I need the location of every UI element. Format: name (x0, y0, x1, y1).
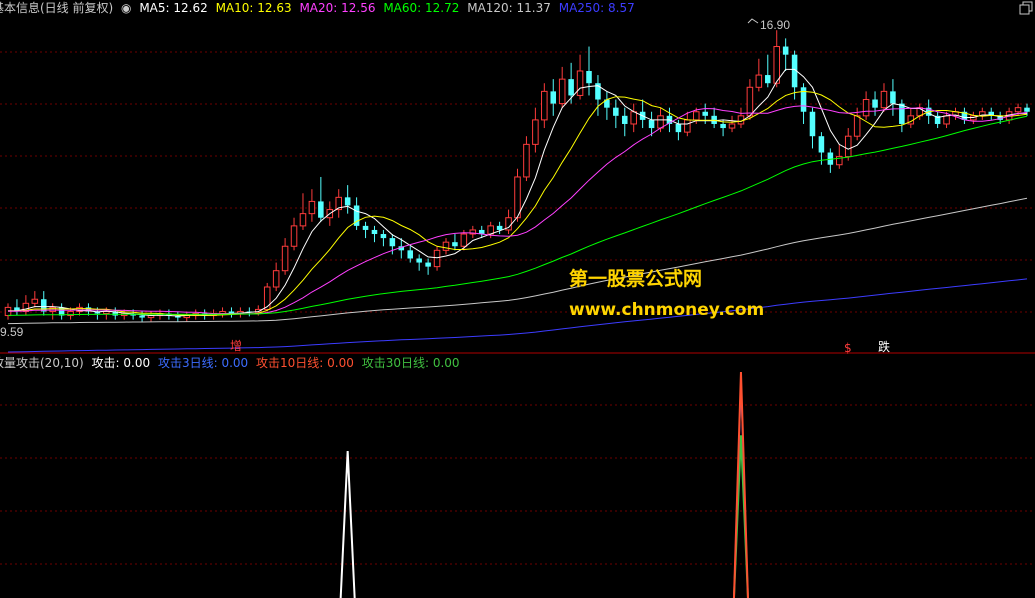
candle-body-down (899, 103, 905, 124)
candle-body-down (702, 111, 708, 116)
candle-body-down (318, 201, 324, 218)
signal-label-dollar: $ (844, 341, 852, 355)
watermark-url: www.chnmoney.com (569, 300, 765, 320)
signal-label-increase: 增 (230, 339, 242, 353)
indicator-legend: 放量攻击(20,10) 攻击: 0.00 攻击3日线: 0.00 攻击10日线:… (0, 355, 464, 371)
ma250-label: MA250: 8.57 (558, 1, 635, 15)
candle-body-up (308, 200, 316, 215)
candle-body-down (675, 123, 682, 133)
candle-body-up (514, 176, 521, 219)
candle-body-up (844, 135, 852, 158)
candle-body-up (657, 115, 664, 129)
candle-body-up (281, 245, 289, 272)
stock-chart[interactable]: 16.90 9.59 增 $ 跌 (0, 0, 1035, 598)
candle-body-up (442, 241, 450, 251)
candle-body-down (809, 111, 816, 137)
candle-body-down (720, 123, 726, 129)
attack-spike-1 (339, 451, 356, 598)
candle-body-down (613, 107, 619, 116)
candle-body-up (31, 298, 39, 304)
candle-body-down (568, 79, 574, 96)
low-price-label: 9.59 (0, 325, 24, 339)
candle-body-up (299, 213, 307, 227)
candle-body-down (621, 115, 628, 124)
indicator-title: 放量攻击(20,10) (0, 356, 84, 370)
candle-body-up (684, 119, 691, 133)
candle-body-down (425, 262, 431, 267)
signal-label-fall: 跌 (878, 339, 890, 354)
candle-body-up (746, 86, 754, 117)
ma60-label: MA60: 12.72 (383, 1, 460, 15)
candle-body-down (648, 119, 655, 129)
candle-body-down (586, 70, 592, 84)
candle-body-up (862, 99, 870, 117)
candle-body-up (272, 270, 280, 288)
candle-body-up (755, 74, 763, 88)
high-price-label: 16.90 (760, 18, 790, 32)
price-legend: 基本信息(日线 前复权) ◉ MA5: 12.62 MA10: 12.63 MA… (0, 0, 639, 16)
candle-body-up (541, 90, 548, 121)
candle-body-up (853, 115, 861, 137)
candle-body-down (371, 229, 378, 235)
attack-3d-label: 攻击3日线: 0.00 (157, 356, 249, 370)
candle-body-down (389, 238, 396, 247)
chart-title: 基本信息(日线 前复权) (0, 1, 114, 15)
candle-body-down (818, 136, 825, 153)
indicator-grid (0, 404, 1035, 565)
candle-body-up (1014, 107, 1022, 113)
candle-body-down (872, 99, 878, 108)
ma120-label: MA120: 11.37 (467, 1, 551, 15)
candle-body-down (890, 91, 896, 104)
ma10-label: MA10: 12.63 (215, 1, 292, 15)
candle-body-down (550, 91, 557, 104)
candle-body-up (693, 111, 700, 121)
candle-body-up (576, 70, 584, 96)
candle-body-down (765, 75, 771, 84)
candle-body-up (290, 225, 298, 247)
ma5-label: MA5: 12.62 (139, 1, 208, 15)
candle-body-down (40, 299, 47, 312)
candle-body-down (380, 234, 387, 239)
ma20-label: MA20: 12.56 (299, 1, 376, 15)
candle-body-down (416, 258, 422, 263)
attack-label: 攻击: 0.00 (91, 356, 151, 370)
candle-body-up (523, 143, 530, 178)
candle-body-up (460, 233, 468, 247)
candle-body-down (362, 225, 369, 230)
candle-body-up (558, 78, 566, 105)
attack-30d-label: 攻击30日线: 0.00 (361, 356, 460, 370)
settings-icon[interactable]: ◉ (121, 1, 131, 15)
candle-body-down (496, 225, 503, 230)
watermark-title: 第一股票公式网 (569, 268, 703, 290)
candle-body-down (407, 250, 414, 259)
candle-body-up (880, 90, 888, 109)
attack-10d-label: 攻击10日线: 0.00 (256, 356, 354, 370)
candle-body-up (49, 306, 56, 312)
candle-body-up (943, 115, 950, 125)
high-marker-arrow (747, 18, 759, 24)
candle-body-up (630, 111, 637, 125)
candle-body-down (1024, 107, 1030, 112)
candle-body-up (728, 123, 736, 129)
candle-body-up (773, 46, 780, 84)
candle-body-up (433, 249, 441, 268)
candle-body-down (452, 242, 458, 247)
candles-layer (4, 30, 1030, 322)
candle-body-down (344, 197, 351, 206)
window-restore-icon[interactable] (1017, 0, 1035, 16)
candle-body-down (139, 315, 145, 318)
candle-body-down (782, 46, 789, 55)
candle-body-up (532, 119, 539, 145)
